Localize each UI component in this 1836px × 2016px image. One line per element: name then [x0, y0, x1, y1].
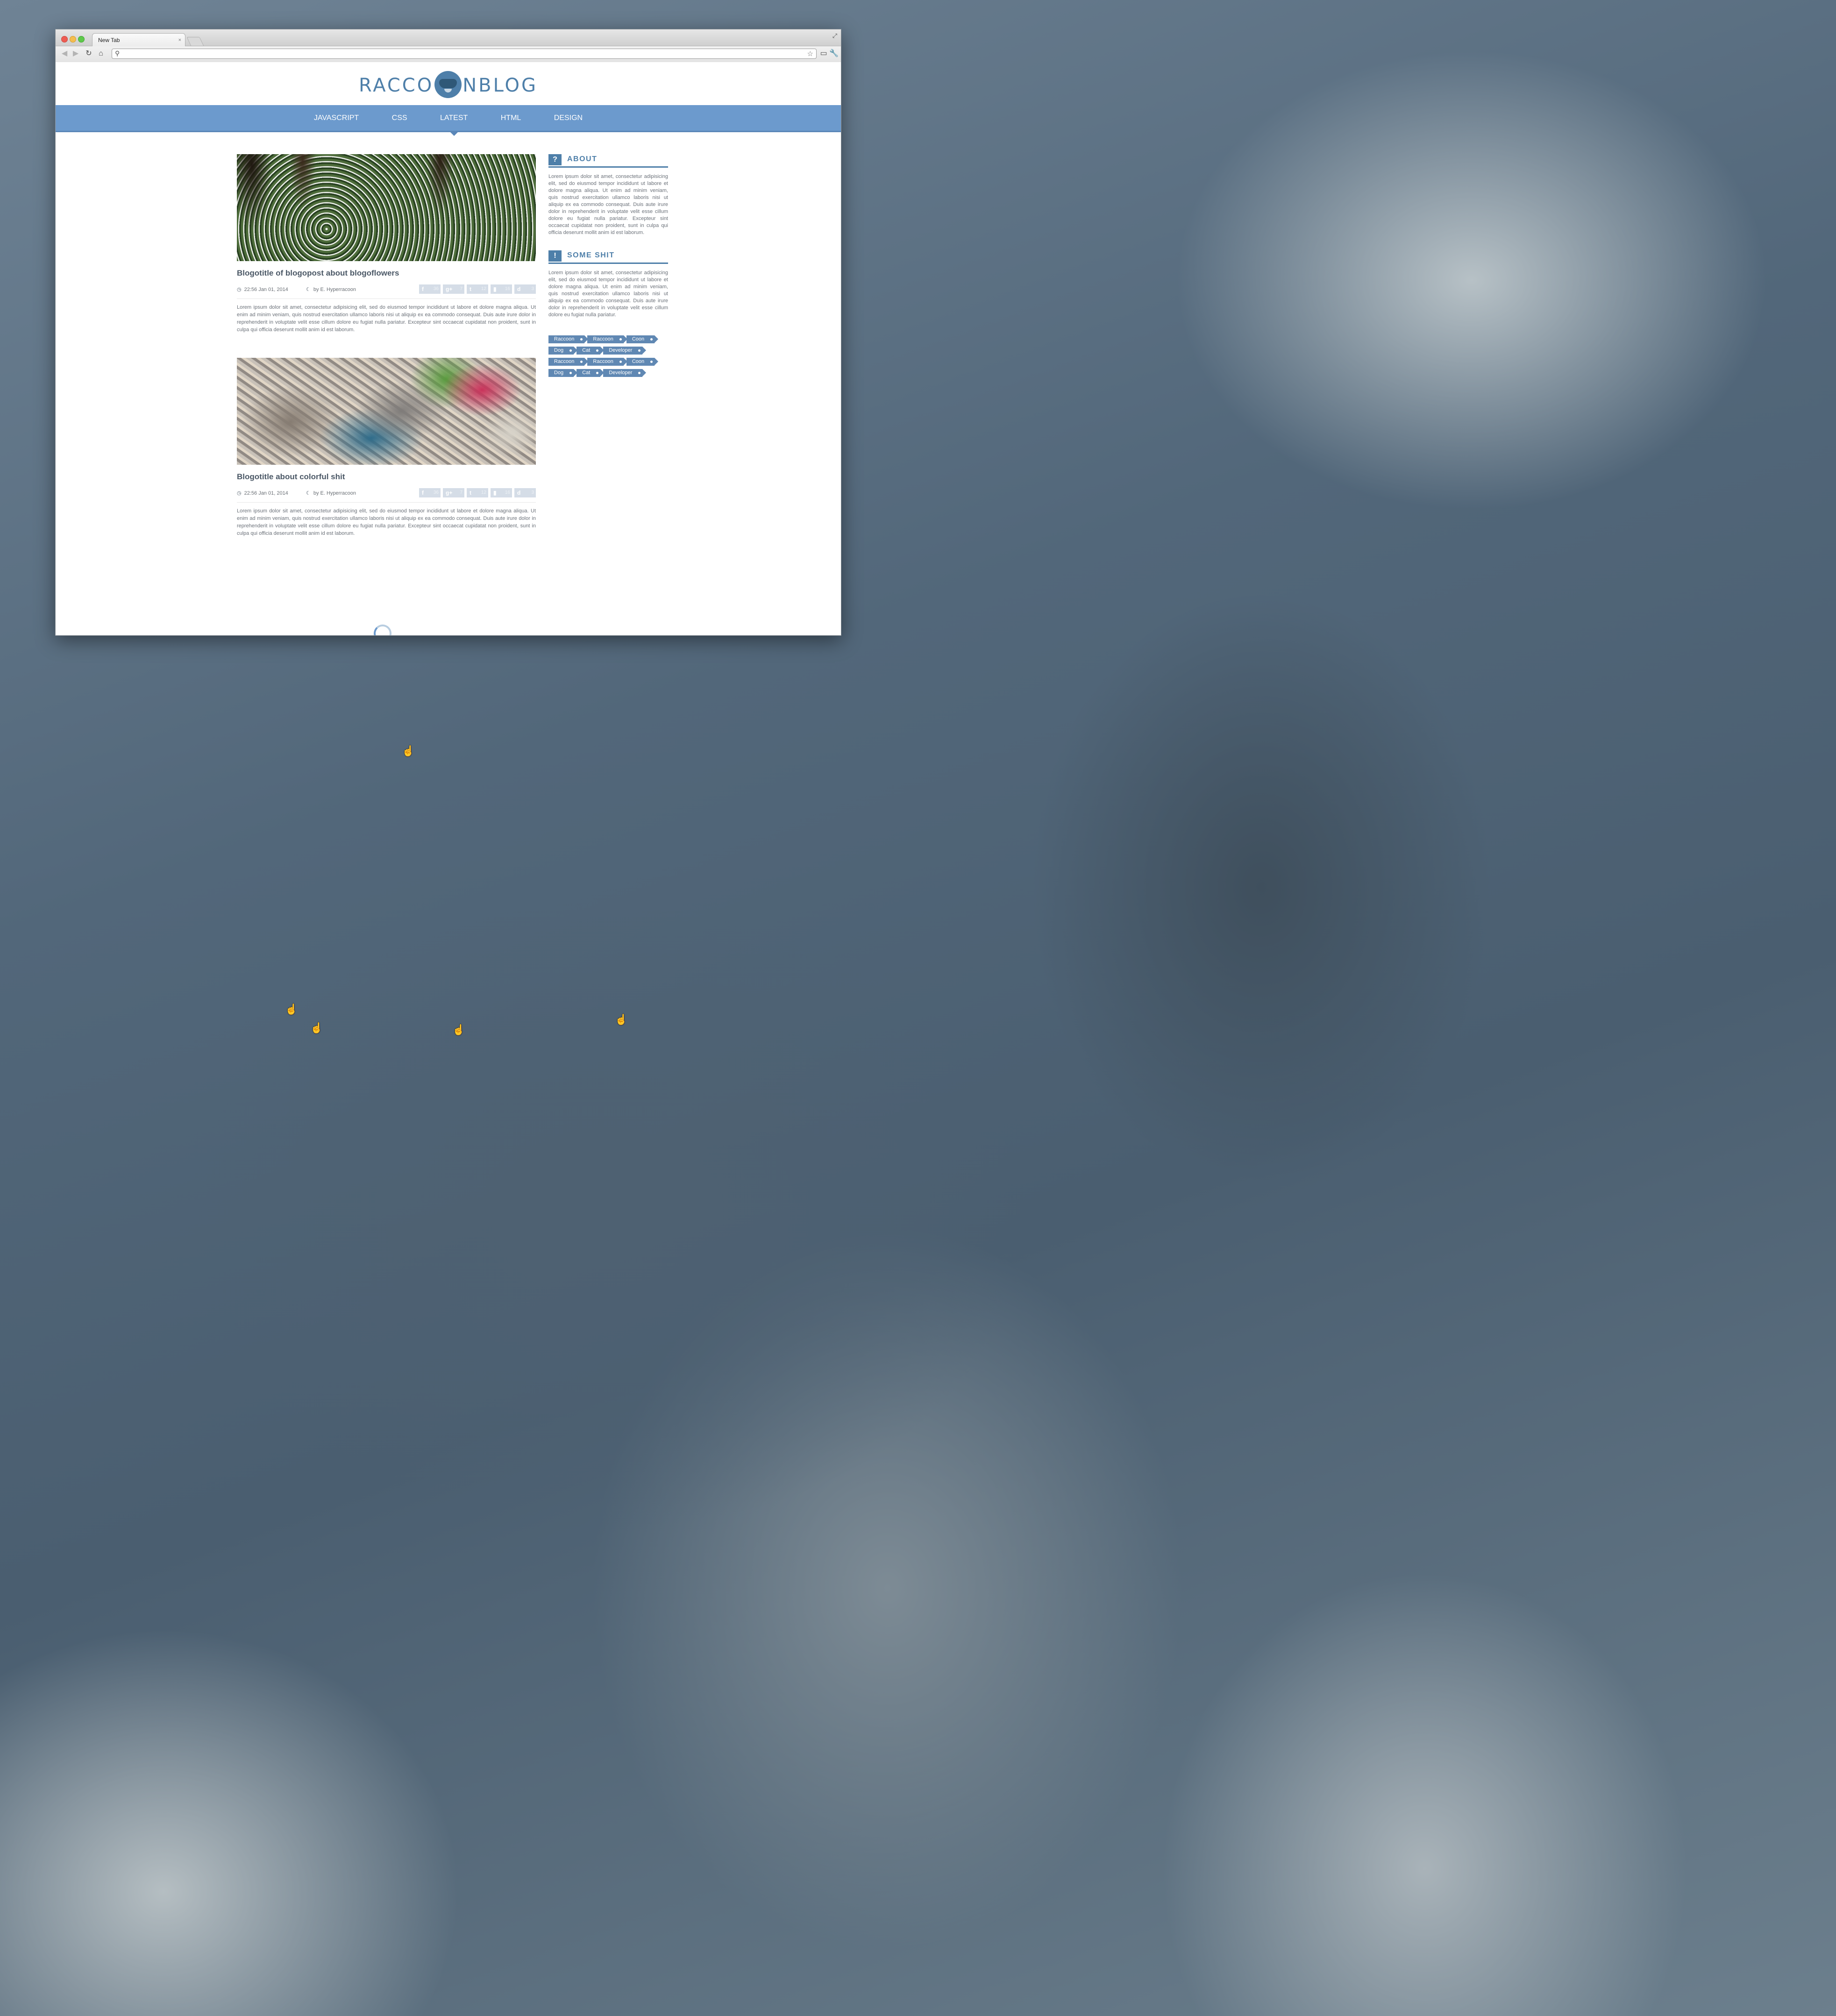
digg-share-button[interactable]: d3: [514, 488, 536, 497]
facebook-share-button[interactable]: f 36: [419, 284, 441, 294]
browser-toolbar: ◀ ▶ ↻ ⌂ ⚲ ☆ ▭ 🔧: [56, 46, 841, 63]
post-excerpt: Lorem ipsum dolor sit amet, consectetur …: [237, 508, 536, 536]
browser-window: New Tab × ⤢ ◀ ▶ ↻ ⌂ ⚲ ☆ ▭ 🔧 RACCO NBLOG J…: [55, 29, 841, 636]
tag[interactable]: Raccoon: [548, 335, 589, 343]
save-share-button[interactable]: ▮ 16: [491, 488, 512, 497]
close-window-button[interactable]: [61, 36, 68, 43]
nav-latest[interactable]: LATEST: [440, 105, 468, 136]
tag-row: Raccoon Raccoon Coon: [548, 334, 668, 346]
extension-icon[interactable]: ▭: [818, 49, 829, 59]
tag[interactable]: Developer: [603, 369, 647, 377]
search-icon: ⚲: [115, 50, 120, 57]
post-image-flowers[interactable]: [237, 154, 536, 261]
address-bar[interactable]: ⚲ ☆: [112, 49, 817, 59]
post-title[interactable]: Blogotitle about colorful shit: [237, 472, 536, 482]
logo-text-right: NBLOG: [463, 75, 538, 96]
exclamation-icon: !: [548, 250, 562, 262]
post-author[interactable]: ☾ by E. Hyperracoon: [306, 286, 356, 292]
tag[interactable]: Cat: [576, 347, 605, 355]
clock-icon: ◷: [237, 490, 242, 496]
tag[interactable]: Coon: [626, 358, 659, 366]
tag-row: Raccoon Raccoon Coon: [548, 357, 668, 368]
some-title: SOME SHIT: [567, 251, 615, 259]
browser-titlebar: New Tab × ⤢: [56, 29, 841, 46]
digg-share-button[interactable]: d3: [514, 284, 536, 294]
tag[interactable]: Raccoon: [548, 358, 589, 366]
about-widget-header: ? ABOUT: [548, 154, 668, 168]
nav-css[interactable]: CSS: [392, 105, 407, 131]
tag-cloud: Raccoon Raccoon Coon Dog Cat Developer Racco…: [548, 334, 668, 379]
some-widget-header: ! SOME SHIT: [548, 250, 668, 264]
hand-cursor-icon: ☝: [402, 745, 415, 757]
nav-design[interactable]: DESIGN: [554, 105, 583, 131]
home-icon[interactable]: ⌂: [96, 49, 106, 59]
clock-icon: ◷: [237, 287, 242, 292]
post-date: ◷ 22:56 Jan 01, 2014: [237, 490, 288, 496]
hand-cursor-icon: ☝: [310, 1022, 323, 1034]
blog-post: Blogotitle of blogopost about blogoflowe…: [237, 154, 536, 334]
twitter-share-button[interactable]: t 12: [467, 488, 488, 497]
wrench-icon[interactable]: 🔧: [829, 49, 839, 59]
maximize-window-button[interactable]: [78, 36, 85, 43]
back-arrow-icon[interactable]: ◀: [59, 49, 70, 59]
share-buttons: f 36 g+ 7 t 12 ▮ 16 d 3: [417, 488, 536, 497]
tab-close-icon[interactable]: ×: [178, 34, 181, 47]
site-logo[interactable]: RACCO NBLOG: [56, 69, 841, 102]
save-share-button[interactable]: ▮ 16: [491, 284, 512, 294]
loading-spinner-icon: [374, 625, 391, 635]
tag[interactable]: Dog: [548, 369, 578, 377]
post-meta: ◷ 22:56 Jan 01, 2014 ☾ by E. Hyperracoon f…: [237, 284, 536, 299]
tag-row: Dog Cat Developer: [548, 368, 668, 379]
about-text: Lorem ipsum dolor sit amet, consectetur …: [548, 174, 668, 235]
question-icon: ?: [548, 154, 562, 165]
some-widget: ! SOME SHIT Lorem ipsum dolor sit amet, …: [548, 250, 668, 319]
tag[interactable]: Dog: [548, 347, 578, 355]
post-meta: ◷ 22:56 Jan 01, 2014 ☾ by E. Hyperracoon f…: [237, 488, 536, 503]
logo-text-left: RACCO: [359, 75, 434, 96]
author-icon: ☾: [306, 490, 311, 496]
blog-post: Blogotitle about colorful shit ◷ 22:56 Ja…: [237, 358, 536, 537]
reload-icon[interactable]: ↻: [84, 49, 94, 59]
nav-html[interactable]: HTML: [501, 105, 521, 131]
bookmark-star-icon[interactable]: ☆: [807, 50, 813, 58]
tag-row: Dog Cat Developer: [548, 346, 668, 357]
forward-arrow-icon[interactable]: ▶: [71, 49, 81, 59]
raccoon-logo-icon: [434, 71, 462, 98]
post-date: ◷ 22:56 Jan 01, 2014: [237, 287, 288, 292]
blog-page: RACCO NBLOG JAVASCRIPT CSS LATEST HTML DE…: [56, 62, 841, 635]
share-buttons: f 36 g+ 7 t 12 ▮ 16 d 3: [417, 284, 536, 294]
googleplus-share-button[interactable]: g+ 7: [443, 488, 464, 497]
browser-tab[interactable]: New Tab ×: [92, 33, 185, 46]
some-text: Lorem ipsum dolor sit amet, consectetur …: [548, 270, 668, 318]
tag[interactable]: Raccoon: [587, 335, 628, 343]
minimize-window-button[interactable]: [70, 36, 76, 43]
about-widget: ? ABOUT Lorem ipsum dolor sit amet, cons…: [548, 154, 668, 236]
facebook-share-button[interactable]: f 36: [419, 488, 441, 497]
post-author[interactable]: ☾ by E. Hyperracoon: [306, 490, 356, 496]
tag[interactable]: Cat: [576, 369, 605, 377]
author-icon: ☾: [306, 287, 311, 292]
hand-cursor-icon: ☝: [615, 1014, 628, 1025]
fullscreen-icon[interactable]: ⤢: [833, 32, 837, 40]
about-title: ABOUT: [567, 155, 598, 163]
sidebar: ? ABOUT Lorem ipsum dolor sit amet, cons…: [548, 154, 668, 379]
hand-cursor-icon: ☝: [452, 1024, 465, 1036]
hand-cursor-icon: ☝: [285, 1003, 298, 1015]
googleplus-share-button[interactable]: g+ 7: [443, 284, 464, 294]
tag[interactable]: Developer: [603, 347, 647, 355]
post-list: Blogotitle of blogopost about blogoflowe…: [237, 154, 536, 635]
new-tab-button[interactable]: [186, 37, 204, 46]
twitter-share-button[interactable]: t 12: [467, 284, 488, 294]
tag[interactable]: Coon: [626, 335, 659, 343]
post-image-palette[interactable]: [237, 358, 536, 465]
post-title[interactable]: Blogotitle of blogopost about blogoflowe…: [237, 269, 536, 278]
post-excerpt: Lorem ipsum dolor sit amet, consectetur …: [237, 305, 536, 333]
nav-javascript[interactable]: JAVASCRIPT: [314, 105, 359, 131]
address-input[interactable]: [124, 50, 803, 58]
main-nav: JAVASCRIPT CSS LATEST HTML DESIGN: [56, 105, 841, 136]
tag[interactable]: Raccoon: [587, 358, 628, 366]
tab-title: New Tab: [98, 37, 120, 43]
